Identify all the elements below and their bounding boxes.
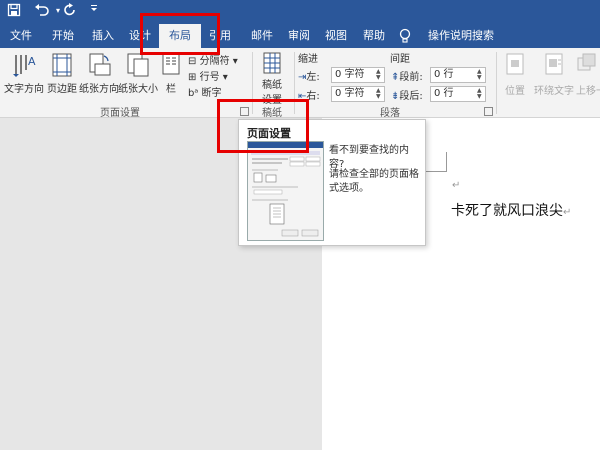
- paper-size-icon: [127, 53, 149, 77]
- bring-forward-label: 上移一: [576, 86, 600, 97]
- orientation-button[interactable]: 纸张方向: [79, 52, 119, 95]
- bring-forward-icon: [577, 53, 596, 71]
- spinner-arrows-icon[interactable]: ▲ ▼: [376, 88, 383, 100]
- spacing-after-label: ⇟段后:: [391, 91, 423, 102]
- margins-icon: [52, 53, 72, 77]
- hyphenation-label: 断字: [201, 88, 222, 99]
- tab-review[interactable]: 审阅: [282, 24, 316, 48]
- text-direction-button[interactable]: A 文字方向: [4, 52, 44, 95]
- redo-icon[interactable]: [62, 3, 78, 19]
- save-icon[interactable]: [6, 3, 22, 19]
- manuscript-button-line1: 稿纸: [262, 80, 282, 91]
- spacing-before-input[interactable]: 0 行 ▲ ▼: [430, 67, 486, 83]
- highlight-page-setup-launcher: [217, 99, 309, 153]
- hyphenation-icon: bᵃ: [188, 88, 199, 99]
- lightbulb-icon: [398, 28, 414, 44]
- paragraph-group-label: 段落: [380, 108, 400, 119]
- spacing-label: 间距: [390, 54, 410, 65]
- ribbon-tab-bar: 文件 开始 插入 设计 布局 引用 邮件 审阅 视图 帮助 操作说明搜索: [0, 24, 600, 48]
- wrap-text-button[interactable]: 环绕文字: [532, 52, 576, 97]
- bring-forward-button[interactable]: 上移一: [576, 52, 600, 97]
- margins-button[interactable]: 页边距: [45, 52, 79, 95]
- paragraph-launcher-icon[interactable]: [484, 107, 493, 116]
- line-numbers-button[interactable]: ⊞ 行号 ▾: [188, 68, 228, 83]
- highlight-layout-tab: [140, 13, 220, 55]
- size-button[interactable]: 纸张大小: [118, 52, 158, 95]
- orientation-label: 纸张方向: [79, 84, 119, 95]
- columns-icon: [162, 53, 180, 75]
- text-direction-icon: A: [13, 55, 36, 77]
- tab-mailings[interactable]: 邮件: [244, 24, 280, 48]
- undo-icon[interactable]: [34, 3, 50, 19]
- customize-icon[interactable]: [86, 3, 102, 19]
- manuscript-icon: [263, 52, 281, 74]
- wrap-text-label: 环绕文字: [534, 86, 574, 97]
- indent-left-input[interactable]: 0 字符 ▲ ▼: [331, 67, 385, 83]
- spacing-after-input[interactable]: 0 行 ▲ ▼: [430, 86, 486, 102]
- group-separator: [496, 52, 497, 114]
- document-body-text[interactable]: 卡死了就风口浪尖↵: [451, 200, 571, 220]
- spacing-before-label: ⇞段前:: [391, 72, 423, 83]
- hyphenation-button[interactable]: bᵃ 断字: [188, 84, 221, 99]
- line-numbers-label: 行号: [199, 72, 220, 83]
- crop-mark: [446, 152, 447, 172]
- text-direction-label: 文字方向: [4, 84, 44, 95]
- columns-label: 栏: [166, 84, 176, 95]
- position-icon: [506, 53, 524, 75]
- breaks-icon: ⊟: [188, 56, 197, 67]
- body-text-run: 卡死了就风口浪尖: [451, 203, 563, 219]
- tab-view[interactable]: 视图: [318, 24, 354, 48]
- svg-text:A: A: [28, 55, 36, 68]
- margins-label: 页边距: [47, 84, 77, 95]
- tab-home[interactable]: 开始: [44, 24, 82, 48]
- position-button[interactable]: 位置: [500, 52, 530, 97]
- spinner-arrows-icon[interactable]: ▲ ▼: [477, 69, 484, 81]
- indent-label: 缩进: [298, 54, 318, 65]
- spinner-arrows-icon[interactable]: ▲ ▼: [376, 69, 383, 81]
- page-setup-dialog-preview: [247, 141, 324, 241]
- crop-mark: [426, 171, 447, 172]
- tab-file[interactable]: 文件: [4, 24, 38, 48]
- paragraph-mark: ↵: [563, 207, 572, 218]
- tell-me-search[interactable]: 操作说明搜索: [416, 24, 506, 48]
- line-numbers-icon: ⊞: [188, 72, 197, 83]
- title-bar: ▾: [0, 0, 600, 24]
- columns-button[interactable]: 栏: [158, 52, 184, 95]
- size-label: 纸张大小: [118, 84, 158, 95]
- tooltip-line2: 请检查全部的页面格式选项。: [329, 169, 419, 194]
- page-setup-group-label: 页面设置: [100, 108, 140, 119]
- breaks-label: 分隔符: [199, 56, 230, 67]
- wrap-text-icon: [545, 53, 563, 75]
- position-label: 位置: [505, 86, 525, 97]
- paragraph-mark: ↵: [452, 180, 461, 191]
- tab-insert[interactable]: 插入: [84, 24, 122, 48]
- spinner-arrows-icon[interactable]: ▲ ▼: [477, 88, 484, 100]
- tab-help[interactable]: 帮助: [356, 24, 392, 48]
- indent-left-label: ⇥左:: [298, 72, 320, 83]
- indent-right-input[interactable]: 0 字符 ▲ ▼: [331, 86, 385, 102]
- orientation-icon: [89, 53, 111, 76]
- manuscript-settings-button[interactable]: 稿纸 设置: [256, 52, 288, 106]
